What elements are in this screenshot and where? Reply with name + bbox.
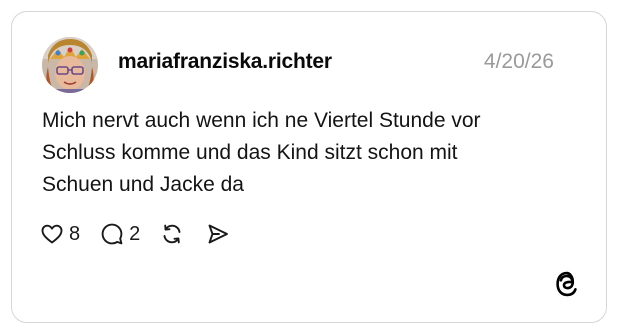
post-card: mariafranziska.richter 4/20/26 Mich nerv… (11, 11, 607, 323)
heart-icon (40, 222, 64, 246)
send-icon (206, 222, 230, 246)
post-text: Mich nervt auch wenn ich ne Viertel Stun… (42, 105, 562, 201)
share-button[interactable] (206, 222, 230, 246)
reply-button[interactable]: 2 (100, 222, 140, 246)
repost-button[interactable] (160, 222, 184, 246)
post-date: 4/20/26 (483, 50, 554, 73)
repost-icon (160, 222, 184, 246)
post-text-line: Schuen und Jacke da (42, 173, 244, 196)
avatar[interactable] (42, 37, 98, 93)
threads-logo-icon (553, 270, 581, 298)
post-text-line: Schluss komme und das Kind sitzt schon m… (42, 141, 458, 164)
like-count: 8 (69, 222, 81, 245)
post-actions: 8 2 (40, 219, 230, 249)
post-text-line: Mich nervt auch wenn ich ne Viertel Stun… (42, 109, 481, 132)
speech-bubble-icon (100, 222, 124, 246)
like-button[interactable]: 8 (40, 222, 80, 246)
reply-count: 2 (129, 222, 141, 245)
username[interactable]: mariafranziska.richter (118, 50, 332, 74)
